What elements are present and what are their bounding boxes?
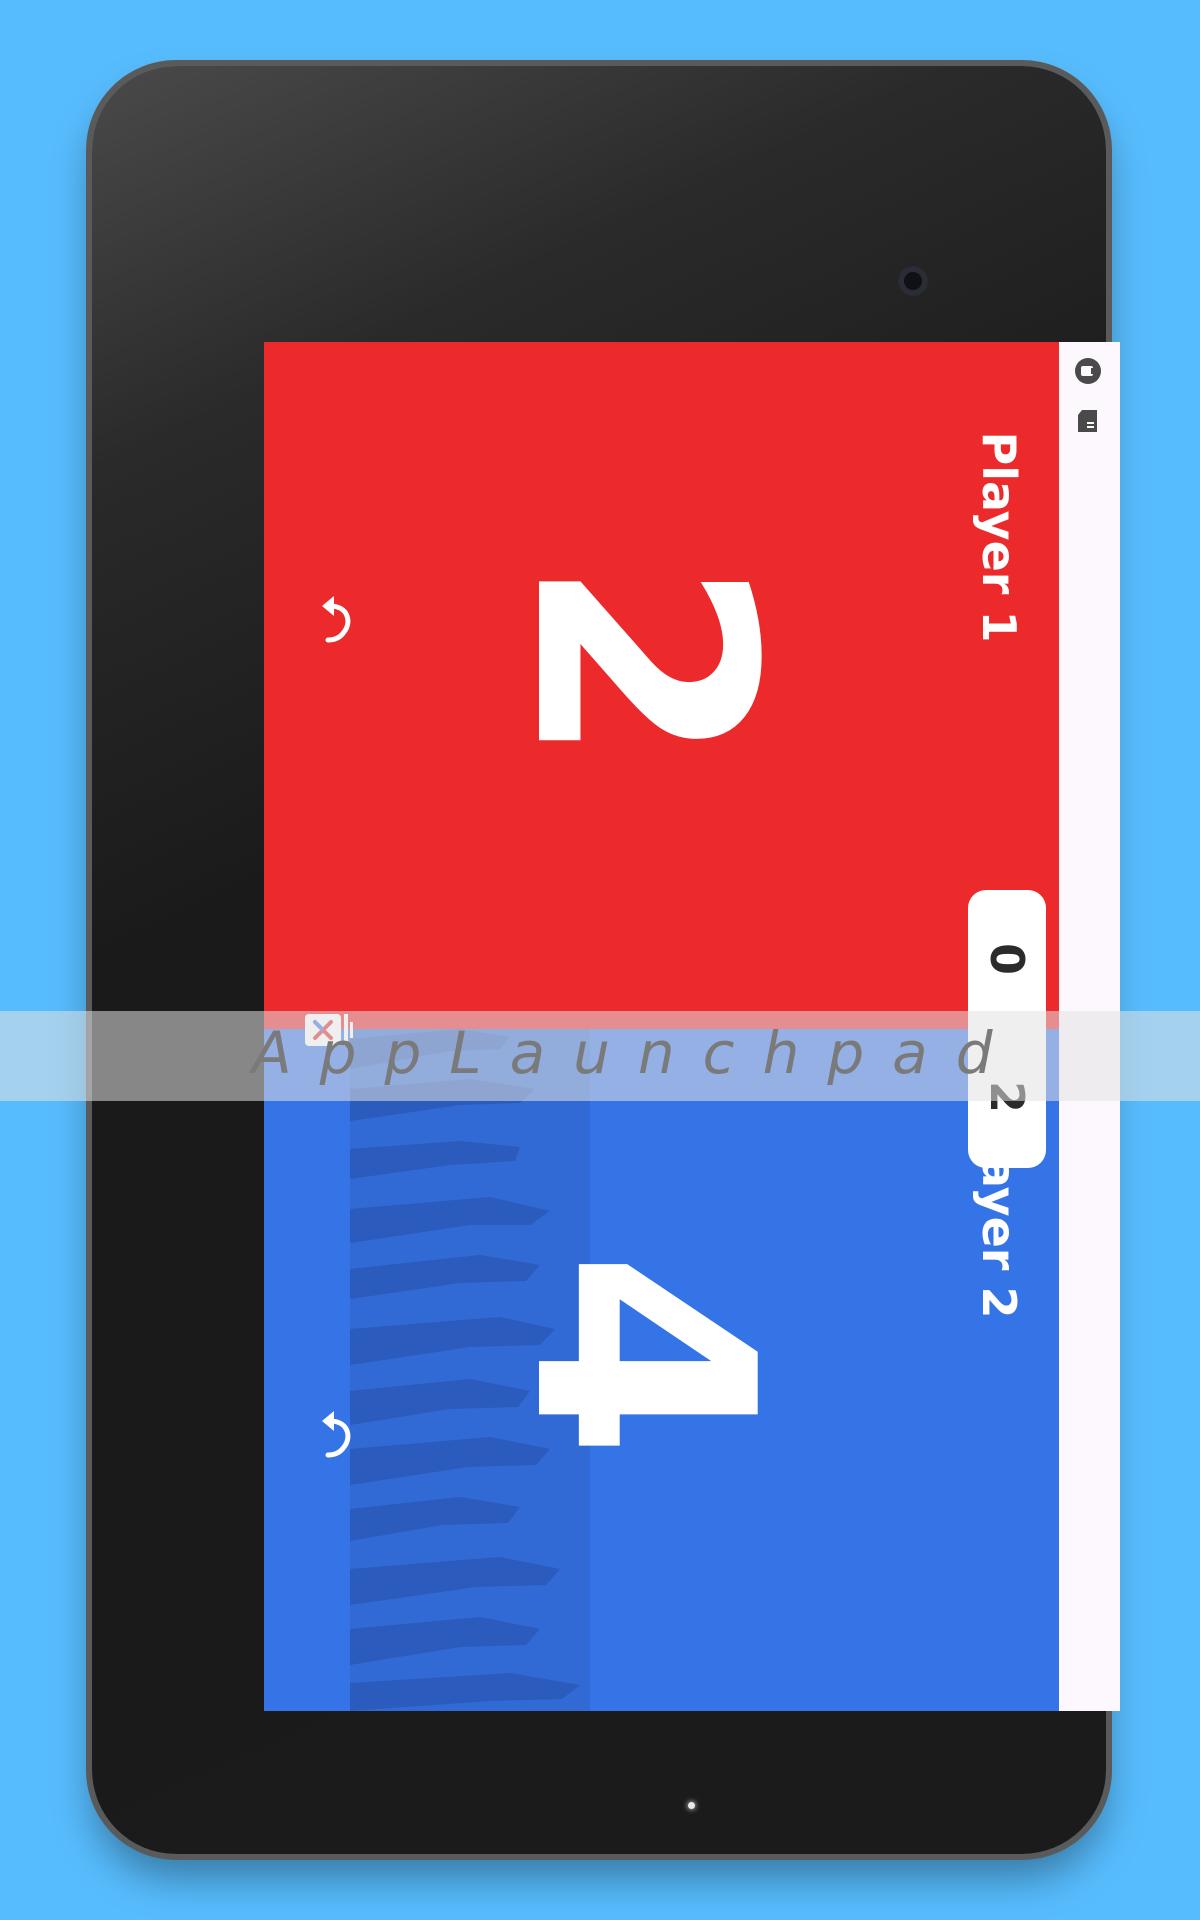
player-2-panel[interactable]: Player 2 4 — [264, 1029, 1059, 1711]
tally-top-value: 0 — [980, 942, 1034, 975]
tablet-frame: Player 1 2 Player 2 4 0 — [92, 66, 1120, 1854]
sd-card-icon — [1078, 410, 1097, 432]
player-1-score: 2 — [468, 557, 817, 767]
led-dot-icon — [688, 1802, 695, 1809]
player-1-label: Player 1 — [972, 431, 1026, 643]
watermark-text: AppLaunchpad — [252, 1019, 1021, 1087]
player-2-undo-button[interactable] — [314, 1409, 364, 1459]
player-1-undo-button[interactable] — [314, 594, 364, 644]
player-1-panel[interactable]: Player 1 2 — [264, 342, 1059, 1029]
undo-icon — [322, 1411, 351, 1458]
watermark-banner: AppLaunchpad — [0, 1011, 1200, 1101]
player-2-score: 4 — [468, 1250, 817, 1460]
data-saver-icon — [1075, 358, 1101, 384]
camera-lens-icon — [898, 266, 928, 296]
undo-icon — [322, 596, 351, 643]
